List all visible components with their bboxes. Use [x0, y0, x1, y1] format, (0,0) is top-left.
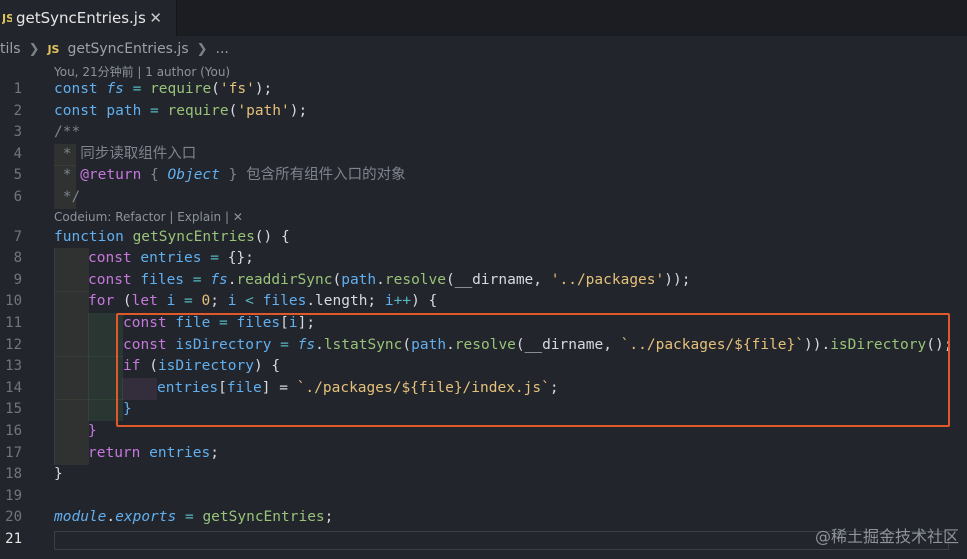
- line-number: 3: [13, 124, 22, 140]
- line-number: 10: [5, 293, 22, 309]
- code-text: }: [54, 466, 63, 482]
- breadcrumb: tils ❯ JS getSyncEntries.js ❯ ...: [0, 38, 229, 60]
- chevron-right-icon: ❯: [28, 41, 40, 57]
- watermark: @稀土掘金技术社区: [814, 527, 959, 546]
- code-text: const fs = require('fs');: [54, 81, 273, 97]
- indent-guide: [54, 313, 89, 335]
- indent-guide: [54, 335, 89, 357]
- line-number: 2: [13, 103, 22, 119]
- code-text: const path = require('path');: [54, 103, 308, 119]
- indent-guide: [54, 443, 89, 465]
- js-file-icon: JS: [2, 11, 12, 25]
- code-text: * @return { Object } 包含所有组件入口的对象: [54, 167, 406, 183]
- line-number: 7: [13, 229, 22, 245]
- line-number: 16: [5, 423, 22, 439]
- annotation-highlight-box: [116, 313, 950, 427]
- js-file-icon: JS: [47, 42, 60, 56]
- line-number: 17: [5, 445, 22, 461]
- line-number: 20: [5, 509, 22, 525]
- line-number: 21: [5, 531, 22, 547]
- line-number: 9: [13, 272, 22, 288]
- code-line[interactable]: 1 const fs = require('fs');: [0, 79, 967, 101]
- line-number: 19: [5, 488, 22, 504]
- indent-guide: [54, 378, 89, 400]
- indent-guide: [54, 270, 89, 292]
- close-icon[interactable]: ✕: [149, 9, 162, 27]
- code-text: function getSyncEntries() {: [54, 229, 290, 245]
- code-text: const files = fs.readdirSync(path.resolv…: [88, 272, 691, 288]
- code-line[interactable]: 5 * @return { Object } 包含所有组件入口的对象: [0, 165, 967, 187]
- code-line[interactable]: 10 for (let i = 0; i < files.length; i++…: [0, 291, 967, 313]
- code-line[interactable]: 18 }: [0, 464, 967, 486]
- line-number: 8: [13, 250, 22, 266]
- code-line[interactable]: 9 const files = fs.readdirSync(path.reso…: [0, 270, 967, 292]
- code-text: for (let i = 0; i < files.length; i++) {: [88, 293, 438, 309]
- line-number: 5: [13, 167, 22, 183]
- line-number: 18: [5, 466, 22, 482]
- line-number: 14: [5, 380, 22, 396]
- line-number: 12: [5, 337, 22, 353]
- code-line[interactable]: 19: [0, 486, 967, 508]
- line-number: 13: [5, 358, 22, 374]
- indent-guide: [54, 356, 89, 378]
- code-text: const entries = {};: [88, 250, 254, 266]
- tab-bar: JS getSyncEntries.js ✕: [0, 0, 967, 36]
- line-number: 15: [5, 401, 22, 417]
- line-number: 1: [13, 81, 22, 97]
- indent-guide: [54, 291, 89, 313]
- code-line[interactable]: 4 * 同步读取组件入口: [0, 144, 967, 166]
- code-text: return entries;: [88, 445, 219, 461]
- line-number: 4: [13, 146, 22, 162]
- code-line[interactable]: 2 const path = require('path');: [0, 101, 967, 123]
- breadcrumb-more[interactable]: ...: [216, 41, 229, 57]
- code-text: /**: [54, 124, 81, 140]
- line-number: 6: [13, 189, 22, 205]
- code-text: * 同步读取组件入口: [54, 146, 197, 162]
- git-blame-lens[interactable]: You, 21分钟前 | 1 author (You): [54, 63, 230, 80]
- code-text: module.exports = getSyncEntries;: [54, 509, 334, 525]
- tab-getsyncentries[interactable]: JS getSyncEntries.js ✕: [0, 0, 177, 36]
- breadcrumb-file[interactable]: getSyncEntries.js: [67, 41, 188, 57]
- indent-guide: [54, 248, 89, 270]
- code-line[interactable]: 17 return entries;: [0, 443, 967, 465]
- code-line[interactable]: 8 const entries = {};: [0, 248, 967, 270]
- indent-guide: [54, 399, 89, 421]
- chevron-right-icon: ❯: [196, 41, 208, 57]
- indent-guide: [54, 421, 89, 443]
- code-line[interactable]: 7 function getSyncEntries() {: [0, 227, 967, 249]
- code-text: */: [54, 189, 81, 205]
- code-text: }: [88, 423, 97, 439]
- codeium-lens[interactable]: Codeium: Refactor | Explain | ✕: [54, 210, 243, 224]
- code-line[interactable]: 6 */: [0, 187, 967, 209]
- tab-label: getSyncEntries.js: [16, 9, 146, 27]
- code-line[interactable]: 3 /**: [0, 122, 967, 144]
- breadcrumb-folder[interactable]: tils: [0, 41, 21, 57]
- line-number: 11: [5, 315, 22, 331]
